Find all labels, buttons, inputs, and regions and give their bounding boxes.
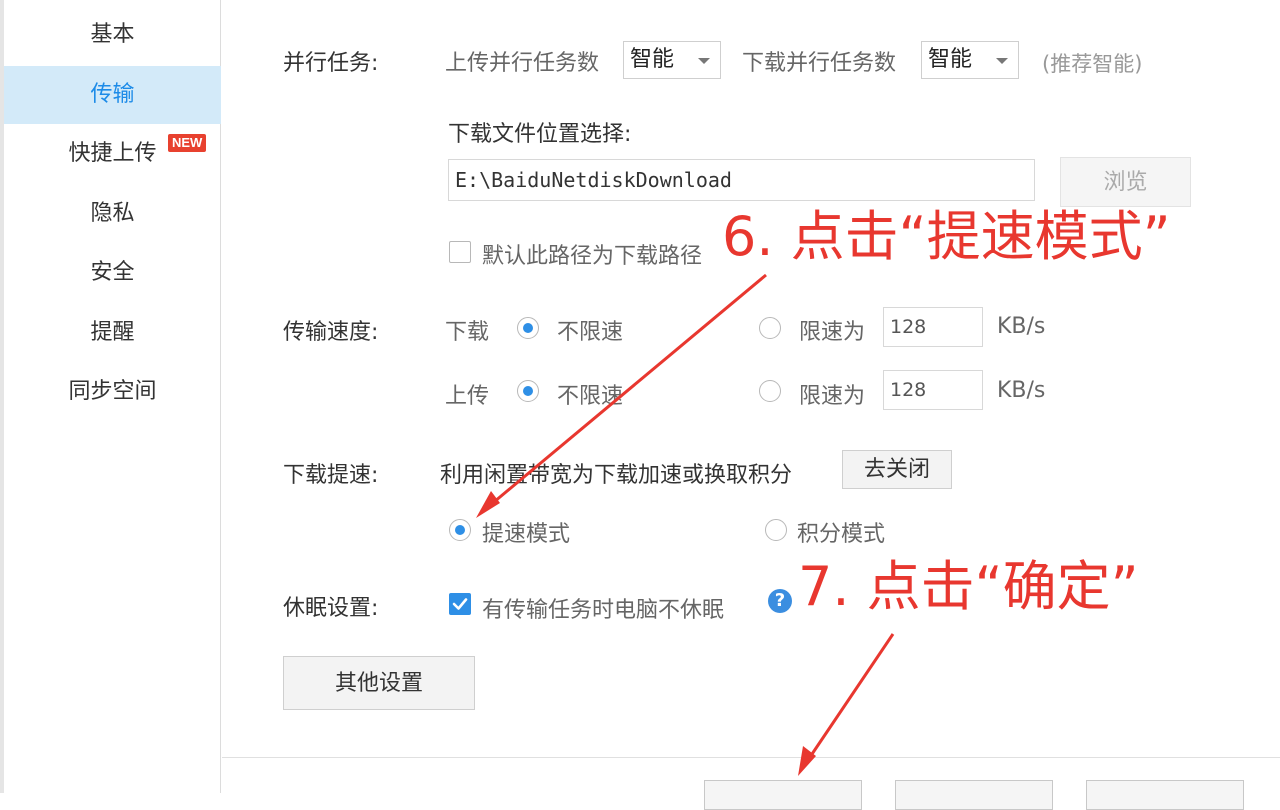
upload-speed-label: 上传	[445, 384, 490, 409]
annotation-step-7: 7. 点击“确定”	[798, 555, 1139, 618]
upload-limit-radio[interactable]	[759, 380, 781, 402]
upload-parallel-label: 上传并行任务数	[445, 51, 600, 76]
download-parallel-select[interactable]: 智能	[921, 41, 1019, 79]
apply-button[interactable]	[1086, 780, 1244, 810]
download-limit-unit: KB/s	[997, 314, 1046, 339]
fast-mode-radio[interactable]	[449, 519, 471, 541]
ok-button[interactable]	[704, 780, 862, 810]
download-parallel-value: 智能	[928, 47, 973, 72]
upload-limit-input[interactable]: 128	[883, 370, 983, 410]
download-parallel-label: 下载并行任务数	[742, 51, 897, 76]
download-limit-radio[interactable]	[759, 317, 781, 339]
transfer-speed-label: 传输速度:	[283, 320, 379, 345]
sidebar-item-sync-space[interactable]: 同步空间	[4, 363, 221, 421]
no-sleep-checkbox[interactable]	[449, 593, 471, 615]
turn-off-boost-button[interactable]: 去关闭	[842, 450, 952, 489]
default-path-checkbox[interactable]	[449, 241, 471, 263]
help-icon[interactable]: ?	[768, 589, 792, 613]
parallel-hint: (推荐智能)	[1042, 52, 1143, 76]
download-boost-description: 利用闲置带宽为下载加速或换取积分	[440, 463, 793, 488]
upload-unlimited-label: 不限速	[557, 384, 624, 409]
annotation-step-6: 6. 点击“提速模式”	[722, 205, 1171, 268]
check-icon	[452, 598, 468, 610]
arrow-to-ok-button	[798, 633, 895, 776]
download-boost-label: 下载提速:	[283, 463, 379, 488]
parallel-tasks-label: 并行任务:	[283, 51, 379, 76]
upload-parallel-value: 智能	[630, 47, 675, 72]
sidebar-item-transfer[interactable]: 传输	[4, 66, 221, 124]
no-sleep-label: 有传输任务时电脑不休眠	[482, 598, 725, 623]
download-limit-input[interactable]: 128	[883, 307, 983, 347]
footer-divider	[222, 757, 1280, 758]
download-speed-label: 下载	[445, 320, 490, 345]
fast-mode-label: 提速模式	[482, 522, 571, 547]
other-settings-button[interactable]: 其他设置	[283, 656, 475, 710]
download-unlimited-label: 不限速	[557, 320, 624, 345]
download-location-label: 下载文件位置选择:	[448, 122, 632, 147]
sidebar-item-basic[interactable]: 基本	[4, 6, 221, 64]
sidebar-item-reminder[interactable]: 提醒	[4, 304, 221, 362]
points-mode-radio[interactable]	[765, 519, 787, 541]
chevron-down-icon	[698, 58, 710, 64]
chevron-down-icon	[996, 58, 1008, 64]
upload-limit-unit: KB/s	[997, 378, 1046, 403]
sleep-settings-label: 休眠设置:	[283, 596, 379, 621]
upload-unlimited-radio[interactable]	[517, 380, 539, 402]
upload-limit-label: 限速为	[799, 384, 866, 409]
default-path-label: 默认此路径为下载路径	[482, 244, 703, 269]
sidebar-item-security[interactable]: 安全	[4, 244, 221, 302]
upload-parallel-select[interactable]: 智能	[623, 41, 721, 79]
cancel-button[interactable]	[895, 780, 1053, 810]
download-limit-label: 限速为	[799, 320, 866, 345]
new-badge: NEW	[168, 134, 207, 152]
sidebar-item-privacy[interactable]: 隐私	[4, 185, 221, 243]
download-unlimited-radio[interactable]	[517, 317, 539, 339]
settings-sidebar: 基本 传输 快捷上传 NEW 隐私 安全 提醒 同步空间	[0, 0, 221, 793]
